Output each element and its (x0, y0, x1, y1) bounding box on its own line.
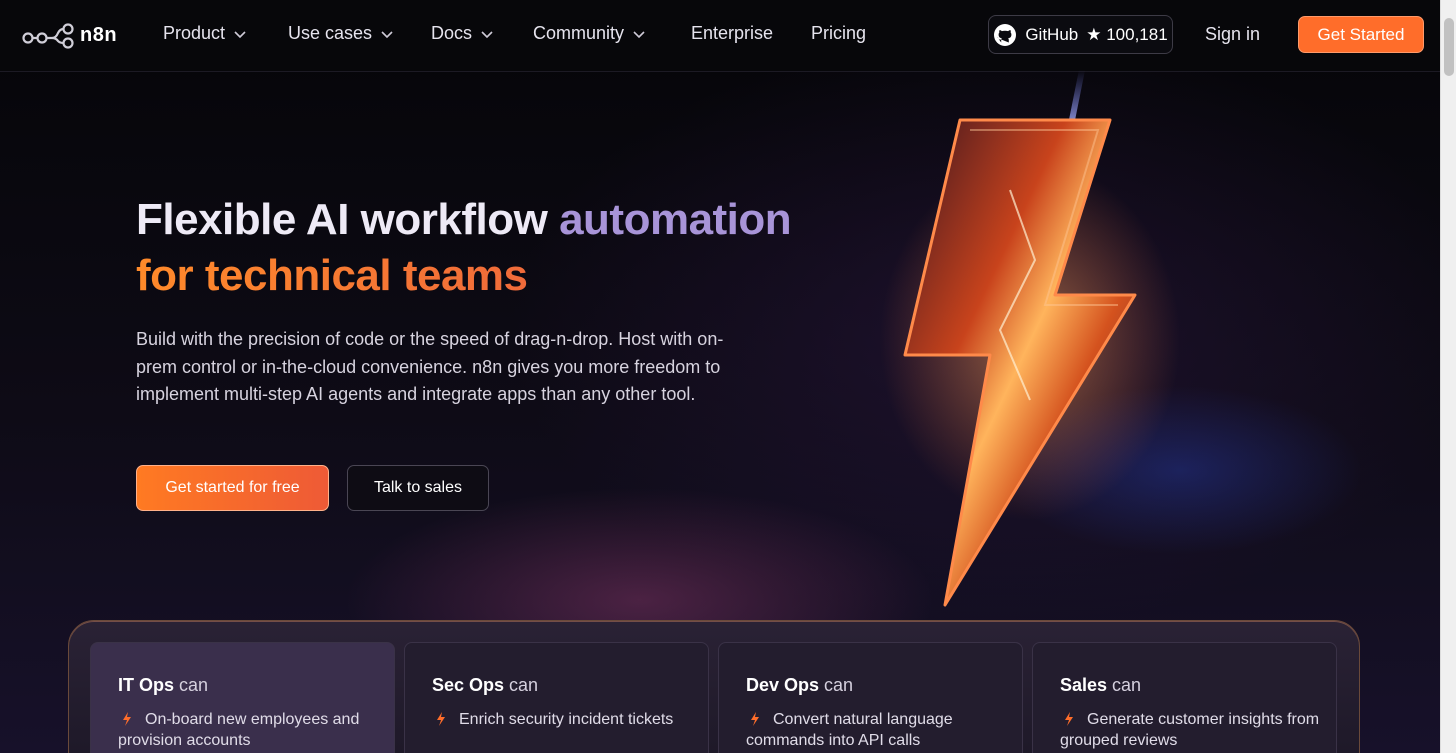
card-title: Sec Ops can (432, 675, 538, 696)
nav-item-product[interactable]: Product (163, 23, 247, 44)
nav-item-label: Enterprise (691, 23, 774, 43)
nav-item-pricing[interactable]: Pricing (811, 23, 866, 44)
card-team: Sec Ops (432, 675, 505, 695)
card-title: Sales can (1060, 675, 1141, 696)
use-case-card-sec-ops[interactable]: Sec Ops can Enrich security incident tic… (404, 642, 709, 753)
card-can: can (174, 675, 209, 695)
headline-part2: automation (559, 195, 792, 244)
scrollbar-thumb[interactable] (1444, 18, 1454, 76)
card-item: Convert natural language commands into A… (746, 709, 1006, 751)
nav-item-label: Product (163, 23, 226, 43)
card-item-text: On-board new employees and provision acc… (118, 711, 360, 749)
chevron-down-icon (234, 30, 246, 38)
hero-headline: Flexible AI workflow automation for tech… (136, 192, 792, 304)
lightning-bolt-illustration (860, 69, 1180, 630)
card-item: On-board new employees and provision acc… (118, 709, 378, 751)
top-nav: n8n Product Use cases Docs Community Ent… (0, 0, 1440, 72)
lightning-bolt-icon (880, 69, 1180, 607)
nav-item-community[interactable]: Community (533, 23, 646, 44)
github-button[interactable]: GitHub ★ 100,181 (988, 15, 1173, 54)
bolt-icon (123, 712, 131, 726)
nav-item-enterprise[interactable]: Enterprise (691, 23, 773, 44)
card-item: Enrich security incident tickets (432, 709, 692, 730)
talk-to-sales-button[interactable]: Talk to sales (347, 465, 489, 511)
card-team: Sales (1060, 675, 1108, 695)
nav-item-use-cases[interactable]: Use cases (288, 23, 394, 44)
use-case-card-dev-ops[interactable]: Dev Ops can Convert natural language com… (718, 642, 1023, 753)
use-case-card-sales[interactable]: Sales can Generate customer insights fro… (1032, 642, 1337, 753)
card-item: Generate customer insights from grouped … (1060, 709, 1320, 751)
page: n8n Product Use cases Docs Community Ent… (0, 0, 1456, 753)
page-scrollbar[interactable] (1440, 0, 1456, 753)
use-case-card-it-ops[interactable]: IT Ops can On-board new employees and pr… (90, 642, 395, 753)
hero-subtitle: Build with the precision of code or the … (136, 329, 724, 404)
github-icon (994, 23, 1017, 46)
card-title: IT Ops can (118, 675, 208, 696)
card-item-text: Enrich security incident tickets (459, 711, 674, 728)
bolt-icon (751, 712, 759, 726)
card-item-text: Generate customer insights from grouped … (1060, 711, 1320, 749)
card-can: can (504, 675, 539, 695)
chevron-down-icon (481, 30, 493, 38)
nav-item-label: Docs (431, 23, 473, 43)
chevron-down-icon (381, 30, 393, 38)
card-can: can (1107, 675, 1142, 695)
headline-line2: for technical teams (136, 251, 528, 300)
n8n-logo[interactable]: n8n (22, 21, 117, 49)
headline-part1: Flexible AI workflow (136, 195, 560, 244)
card-title: Dev Ops can (746, 675, 853, 696)
card-can: can (819, 675, 854, 695)
get-started-free-button[interactable]: Get started for free (136, 465, 329, 511)
nav-item-label: Pricing (811, 23, 867, 43)
logo-text: n8n (80, 23, 118, 46)
nav-item-docs[interactable]: Docs (431, 23, 494, 44)
logo-nodes-icon (22, 23, 74, 49)
bolt-icon (1065, 712, 1073, 726)
nav-item-label: Community (533, 23, 625, 43)
github-label: GitHub (1025, 24, 1079, 44)
card-item-text: Convert natural language commands into A… (746, 711, 953, 749)
nav-item-label: Use cases (288, 23, 373, 43)
card-team: Dev Ops (746, 675, 820, 695)
chevron-down-icon (633, 30, 645, 38)
card-team: IT Ops (118, 675, 175, 695)
sign-in-link[interactable]: Sign in (1205, 24, 1260, 45)
github-stars: ★ 100,181 (1086, 24, 1168, 44)
get-started-button[interactable]: Get Started (1298, 16, 1424, 53)
bolt-icon (437, 712, 445, 726)
